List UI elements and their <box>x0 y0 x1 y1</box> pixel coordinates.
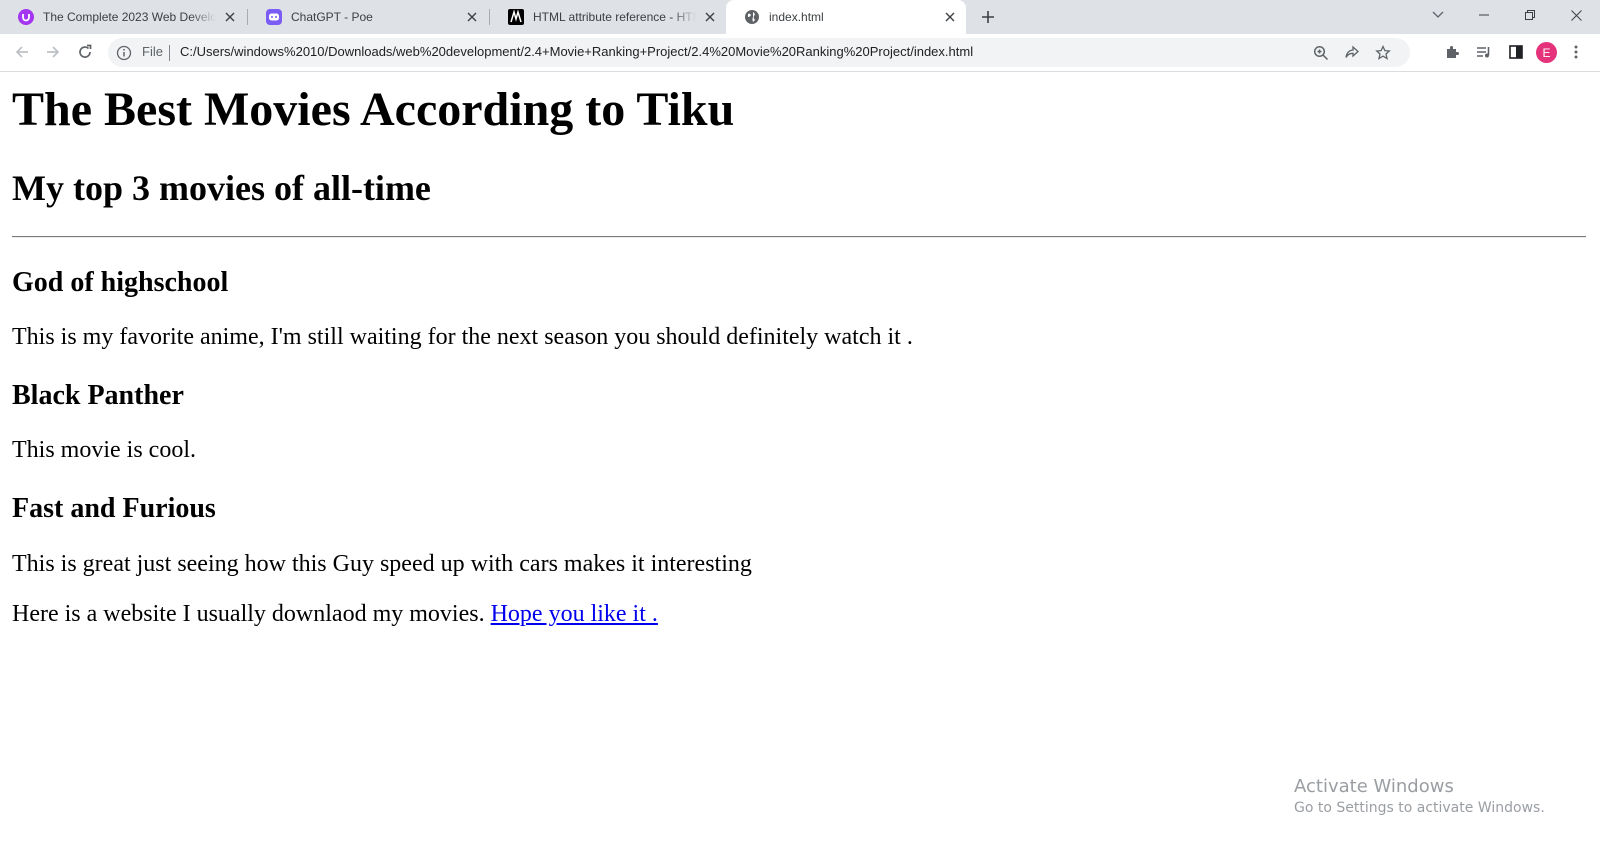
movie-description: This movie is cool. <box>12 437 196 463</box>
globe-icon <box>744 9 760 25</box>
info-icon[interactable] <box>116 45 132 61</box>
close-icon <box>1570 9 1582 21</box>
tab-title: index.html <box>769 10 824 24</box>
udemy-icon <box>18 9 34 25</box>
back-button[interactable] <box>8 38 36 66</box>
page-subtitle: My top 3 movies of all-time <box>12 168 431 208</box>
page-title: The Best Movies According to Tiku <box>12 83 735 136</box>
plus-icon <box>982 11 994 23</box>
watermark-title: Activate Windows <box>1294 776 1454 797</box>
divider <box>12 236 1586 238</box>
more-menu-icon[interactable] <box>1564 40 1588 64</box>
divider <box>169 45 170 61</box>
page-content: The Best Movies According to Tiku My top… <box>0 72 1600 860</box>
url-text[interactable]: C:/Users/windows%2010/Downloads/web%20de… <box>180 44 973 59</box>
close-window-button[interactable] <box>1554 0 1598 30</box>
side-panel-icon[interactable] <box>1504 40 1528 64</box>
minimize-icon <box>1479 14 1489 16</box>
close-icon[interactable] <box>702 9 718 25</box>
share-icon[interactable] <box>1342 43 1362 63</box>
forward-button[interactable] <box>39 38 67 66</box>
new-tab-button[interactable] <box>976 5 1000 29</box>
tab-title: HTML attribute reference - HTML <box>533 10 696 24</box>
close-icon[interactable] <box>464 9 480 25</box>
close-icon[interactable] <box>222 9 238 25</box>
extensions-puzzle-icon[interactable] <box>1440 40 1464 64</box>
tab-udemy[interactable]: The Complete 2023 Web Development Bootca… <box>0 0 246 34</box>
movie-description: This is my favorite anime, I'm still wai… <box>12 324 913 350</box>
browser-toolbar: File C:/Users/windows%2010/Downloads/web… <box>0 34 1600 72</box>
close-icon[interactable] <box>942 9 958 25</box>
reload-button[interactable] <box>71 38 99 66</box>
watermark-subtitle: Go to Settings to activate Windows. <box>1294 800 1545 816</box>
arrow-left-icon <box>15 46 28 58</box>
movie-title: God of highschool <box>12 267 229 298</box>
reload-icon <box>79 44 92 58</box>
media-queue-icon[interactable] <box>1472 40 1496 64</box>
windows-activation-watermark: Activate Windows Go to Settings to activ… <box>1294 776 1545 816</box>
restore-icon <box>1525 10 1535 20</box>
tab-poe[interactable]: ChatGPT - Poe <box>248 0 488 34</box>
bookmark-star-icon[interactable] <box>1373 43 1393 63</box>
tab-title: The Complete 2023 Web Development Bootca… <box>43 10 216 24</box>
movie-title: Fast and Furious <box>12 493 216 524</box>
tab-search-button[interactable] <box>1416 0 1460 30</box>
tab-title: ChatGPT - Poe <box>291 10 373 24</box>
mdn-icon <box>508 9 524 25</box>
tab-strip: The Complete 2023 Web Development Bootca… <box>0 0 1600 34</box>
arrow-right-icon <box>47 46 60 58</box>
restore-button[interactable] <box>1508 0 1552 30</box>
poe-icon <box>266 9 282 25</box>
address-bar[interactable]: File C:/Users/windows%2010/Downloads/web… <box>108 38 1410 67</box>
scheme-label: File <box>142 44 163 59</box>
closing-text: Here is a website I usually downlaod my … <box>12 601 491 627</box>
minimize-button[interactable] <box>1462 0 1506 30</box>
movie-title: Black Panther <box>12 380 184 411</box>
tab-index-html[interactable]: index.html <box>726 0 966 34</box>
zoom-icon[interactable] <box>1311 43 1331 63</box>
closing-paragraph: Here is a website I usually downlaod my … <box>12 601 658 629</box>
profile-avatar[interactable]: E <box>1536 42 1557 63</box>
tab-mdn[interactable]: HTML attribute reference - HTML <box>490 0 726 34</box>
movie-description: This is great just seeing how this Guy s… <box>12 551 752 577</box>
movie-site-link[interactable]: Hope you like it . <box>491 601 658 627</box>
chevron-down-icon <box>1432 11 1444 18</box>
